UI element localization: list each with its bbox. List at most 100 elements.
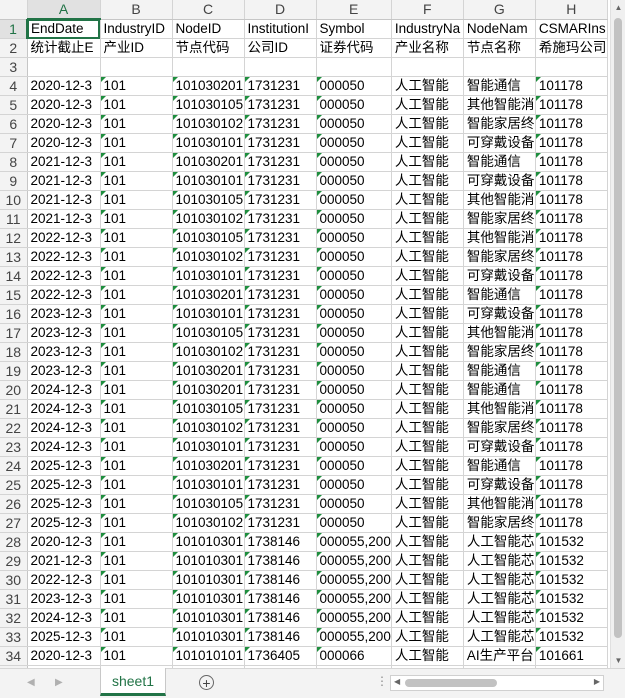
cell-b22[interactable]: 101 [100, 418, 173, 438]
cell-d20[interactable]: 1731231 [244, 380, 317, 400]
row-header[interactable]: 3 [0, 57, 28, 77]
scroll-down-arrow-icon[interactable]: ▼ [611, 653, 625, 668]
cell-a15[interactable]: 2022-12-3 [27, 285, 101, 305]
cell-h1[interactable]: CSMARIns [535, 19, 608, 39]
cell-c30[interactable]: 101010301 [172, 570, 245, 590]
cell-e19[interactable]: 000050 [316, 361, 392, 381]
cell-e15[interactable]: 000050 [316, 285, 392, 305]
cell-e22[interactable]: 000050 [316, 418, 392, 438]
cell-d14[interactable]: 1731231 [244, 266, 317, 286]
cell-b21[interactable]: 101 [100, 399, 173, 419]
cell-h17[interactable]: 101178 [535, 323, 608, 343]
cell-e28[interactable]: 000055,200 [316, 532, 392, 552]
cell-e34[interactable]: 000066 [316, 646, 392, 666]
cell-c12[interactable]: 101030105 [172, 228, 245, 248]
cell-g20[interactable]: 智能通信 [463, 380, 536, 400]
cell-c20[interactable]: 101030201 [172, 380, 245, 400]
cell-h30[interactable]: 101532 [535, 570, 608, 590]
cell-b17[interactable]: 101 [100, 323, 173, 343]
cell-c23[interactable]: 101030101 [172, 437, 245, 457]
row-header[interactable]: 19 [0, 361, 28, 381]
cell-b13[interactable]: 101 [100, 247, 173, 267]
cell-h15[interactable]: 101178 [535, 285, 608, 305]
cell-f22[interactable]: 人工智能 [391, 418, 464, 438]
cell-g14[interactable]: 可穿戴设备 [463, 266, 536, 286]
cell-g16[interactable]: 可穿戴设备 [463, 304, 536, 324]
column-header-f[interactable]: F [391, 0, 464, 20]
cell-e13[interactable]: 000050 [316, 247, 392, 267]
cell-f27[interactable]: 人工智能 [391, 513, 464, 533]
cell-d3[interactable] [244, 57, 317, 77]
row-header[interactable]: 31 [0, 589, 28, 609]
cell-a34[interactable]: 2020-12-3 [27, 646, 101, 666]
cell-c5[interactable]: 101030105 [172, 95, 245, 115]
horizontal-scroll-thumb[interactable] [405, 679, 497, 687]
cell-f34[interactable]: 人工智能 [391, 646, 464, 666]
row-header[interactable]: 32 [0, 608, 28, 628]
row-header[interactable]: 11 [0, 209, 28, 229]
cell-f25[interactable]: 人工智能 [391, 475, 464, 495]
row-header[interactable]: 23 [0, 437, 28, 457]
cell-a26[interactable]: 2025-12-3 [27, 494, 101, 514]
column-header-h[interactable]: H [535, 0, 608, 20]
cell-h31[interactable]: 101532 [535, 589, 608, 609]
cell-h6[interactable]: 101178 [535, 114, 608, 134]
cell-g5[interactable]: 其他智能消 [463, 95, 536, 115]
row-header[interactable]: 16 [0, 304, 28, 324]
cell-e3[interactable] [316, 57, 392, 77]
cell-f29[interactable]: 人工智能 [391, 551, 464, 571]
row-header[interactable]: 13 [0, 247, 28, 267]
cell-c1[interactable]: NodeID [172, 19, 245, 39]
cell-b2[interactable]: 产业ID [100, 38, 173, 58]
cell-d5[interactable]: 1731231 [244, 95, 317, 115]
column-header-d[interactable]: D [244, 0, 317, 20]
previous-sheet-icon[interactable]: ◀ [27, 677, 35, 688]
cell-c4[interactable]: 101030201 [172, 76, 245, 96]
cell-h12[interactable]: 101178 [535, 228, 608, 248]
cell-a5[interactable]: 2020-12-3 [27, 95, 101, 115]
cell-a7[interactable]: 2020-12-3 [27, 133, 101, 153]
cell-f30[interactable]: 人工智能 [391, 570, 464, 590]
cell-c7[interactable]: 101030101 [172, 133, 245, 153]
cell-h23[interactable]: 101178 [535, 437, 608, 457]
cell-f1[interactable]: IndustryNa [391, 19, 464, 39]
cell-c25[interactable]: 101030101 [172, 475, 245, 495]
cell-b25[interactable]: 101 [100, 475, 173, 495]
column-header-b[interactable]: B [100, 0, 173, 20]
cell-e6[interactable]: 000050 [316, 114, 392, 134]
cell-c34[interactable]: 101010101 [172, 646, 245, 666]
cell-g32[interactable]: 人工智能芯 [463, 608, 536, 628]
row-header[interactable]: 30 [0, 570, 28, 590]
cell-c32[interactable]: 101010301 [172, 608, 245, 628]
cell-e9[interactable]: 000050 [316, 171, 392, 191]
cell-a11[interactable]: 2021-12-3 [27, 209, 101, 229]
cell-e12[interactable]: 000050 [316, 228, 392, 248]
cell-g23[interactable]: 可穿戴设备 [463, 437, 536, 457]
cell-d9[interactable]: 1731231 [244, 171, 317, 191]
cell-h33[interactable]: 101532 [535, 627, 608, 647]
cell-h18[interactable]: 101178 [535, 342, 608, 362]
cell-d24[interactable]: 1731231 [244, 456, 317, 476]
row-header[interactable]: 21 [0, 399, 28, 419]
cell-h25[interactable]: 101178 [535, 475, 608, 495]
cell-d23[interactable]: 1731231 [244, 437, 317, 457]
cell-f17[interactable]: 人工智能 [391, 323, 464, 343]
cell-e5[interactable]: 000050 [316, 95, 392, 115]
cell-f2[interactable]: 产业名称 [391, 38, 464, 58]
cell-b23[interactable]: 101 [100, 437, 173, 457]
cell-a2[interactable]: 统计截止E [27, 38, 101, 58]
cell-f12[interactable]: 人工智能 [391, 228, 464, 248]
column-header-c[interactable]: C [172, 0, 245, 20]
cell-h20[interactable]: 101178 [535, 380, 608, 400]
row-header[interactable]: 8 [0, 152, 28, 172]
column-header-e[interactable]: E [316, 0, 392, 20]
row-header[interactable]: 18 [0, 342, 28, 362]
cell-d13[interactable]: 1731231 [244, 247, 317, 267]
cell-c13[interactable]: 101030102 [172, 247, 245, 267]
cell-e33[interactable]: 000055,200 [316, 627, 392, 647]
cell-e23[interactable]: 000050 [316, 437, 392, 457]
cell-f9[interactable]: 人工智能 [391, 171, 464, 191]
cell-d12[interactable]: 1731231 [244, 228, 317, 248]
cell-g19[interactable]: 智能通信 [463, 361, 536, 381]
cell-a10[interactable]: 2021-12-3 [27, 190, 101, 210]
